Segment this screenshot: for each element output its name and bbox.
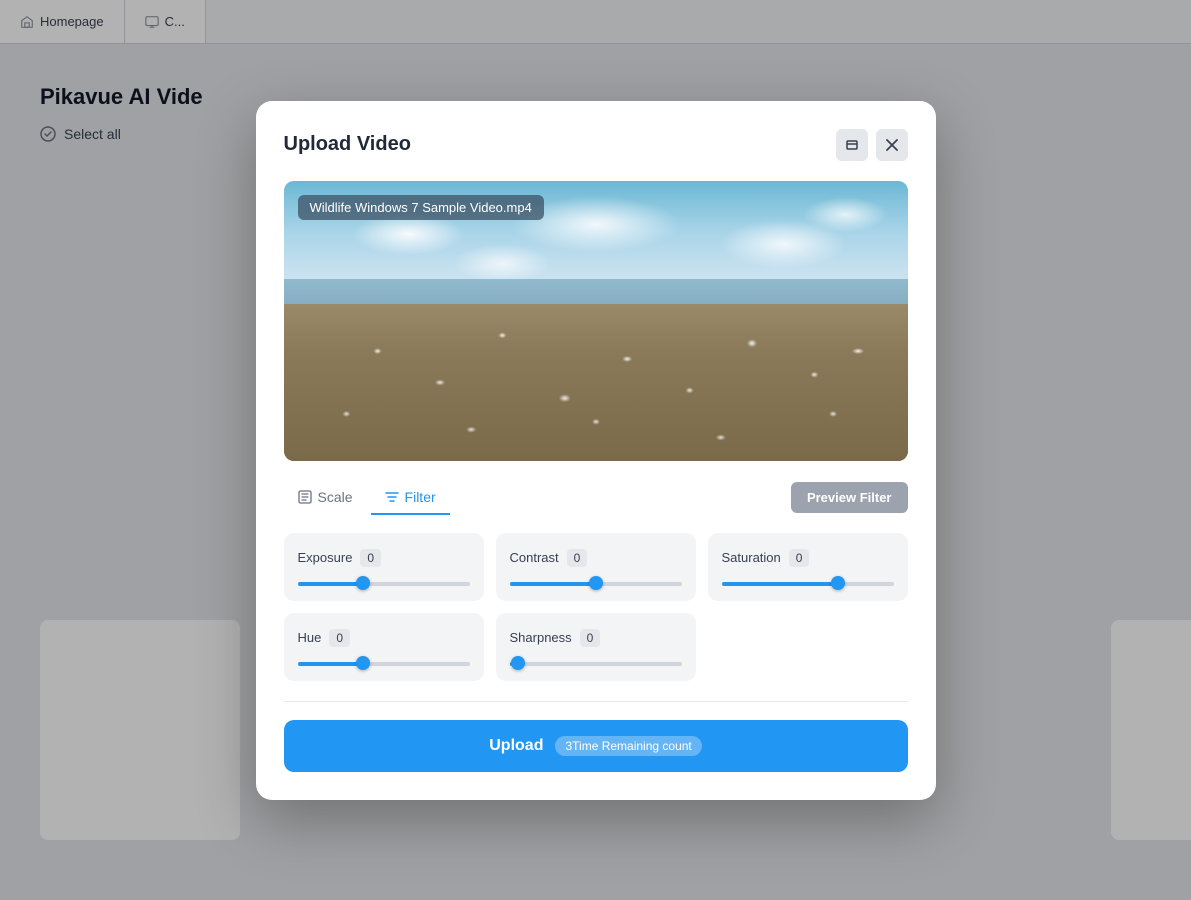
- minimize-icon: [845, 138, 859, 152]
- saturation-fill: [722, 582, 839, 586]
- sharpness-header: Sharpness 0: [510, 629, 682, 647]
- contrast-thumb[interactable]: [589, 576, 603, 590]
- exposure-slider-card: Exposure 0: [284, 533, 484, 601]
- modal-overlay: Upload Video: [0, 0, 1191, 900]
- sharpness-value: 0: [580, 629, 601, 647]
- contrast-slider-card: Contrast 0: [496, 533, 696, 601]
- hue-thumb[interactable]: [356, 656, 370, 670]
- sharpness-slider-card: Sharpness 0: [496, 613, 696, 681]
- scale-icon: [298, 490, 312, 504]
- modal-header: Upload Video: [284, 129, 908, 161]
- exposure-fill: [298, 582, 363, 586]
- sharpness-label: Sharpness: [510, 630, 572, 645]
- hue-value: 0: [329, 629, 350, 647]
- hue-label: Hue: [298, 630, 322, 645]
- saturation-track-container[interactable]: [722, 581, 894, 587]
- upload-label: Upload: [489, 737, 543, 755]
- hue-slider-card: Hue 0: [284, 613, 484, 681]
- hue-track-container[interactable]: [298, 661, 470, 667]
- video-birds: [284, 304, 908, 461]
- preview-filter-button[interactable]: Preview Filter: [791, 482, 908, 513]
- sharpness-track-container[interactable]: [510, 661, 682, 667]
- tab-filter-label: Filter: [405, 489, 436, 505]
- preview-filter-label: Preview Filter: [807, 490, 892, 505]
- exposure-label: Exposure: [298, 550, 353, 565]
- saturation-thumb[interactable]: [831, 576, 845, 590]
- video-filename-label: Wildlife Windows 7 Sample Video.mp4: [298, 195, 544, 220]
- tab-scale-label: Scale: [318, 489, 353, 505]
- sliders-bottom-row: Hue 0 Sharpness 0: [284, 613, 908, 681]
- contrast-track-container[interactable]: [510, 581, 682, 587]
- filter-icon: [385, 490, 399, 504]
- divider: [284, 701, 908, 702]
- saturation-slider-card: Saturation 0: [708, 533, 908, 601]
- upload-button[interactable]: Upload 3Time Remaining count: [284, 720, 908, 772]
- saturation-header: Saturation 0: [722, 549, 894, 567]
- empty-slider-card: [708, 613, 908, 681]
- tab-filter[interactable]: Filter: [371, 481, 450, 515]
- contrast-value: 0: [567, 549, 588, 567]
- filter-tabs: Scale Filter Preview Filter: [284, 481, 908, 515]
- minimize-button[interactable]: [836, 129, 868, 161]
- saturation-value: 0: [789, 549, 810, 567]
- sliders-top-row: Exposure 0 Contrast 0: [284, 533, 908, 601]
- upload-video-modal: Upload Video: [256, 101, 936, 800]
- upload-badge: 3Time Remaining count: [555, 736, 701, 756]
- filter-tabs-left: Scale Filter: [284, 481, 450, 515]
- exposure-thumb[interactable]: [356, 576, 370, 590]
- hue-header: Hue 0: [298, 629, 470, 647]
- close-button[interactable]: [876, 129, 908, 161]
- contrast-fill: [510, 582, 596, 586]
- sharpness-thumb[interactable]: [511, 656, 525, 670]
- contrast-label: Contrast: [510, 550, 559, 565]
- close-icon: [886, 139, 898, 151]
- exposure-header: Exposure 0: [298, 549, 470, 567]
- modal-title: Upload Video: [284, 133, 411, 156]
- modal-controls: [836, 129, 908, 161]
- exposure-track-container[interactable]: [298, 581, 470, 587]
- tab-scale[interactable]: Scale: [284, 481, 367, 515]
- exposure-value: 0: [360, 549, 381, 567]
- video-preview: Wildlife Windows 7 Sample Video.mp4: [284, 181, 908, 461]
- contrast-header: Contrast 0: [510, 549, 682, 567]
- saturation-label: Saturation: [722, 550, 781, 565]
- hue-fill: [298, 662, 363, 666]
- sharpness-track: [510, 662, 682, 666]
